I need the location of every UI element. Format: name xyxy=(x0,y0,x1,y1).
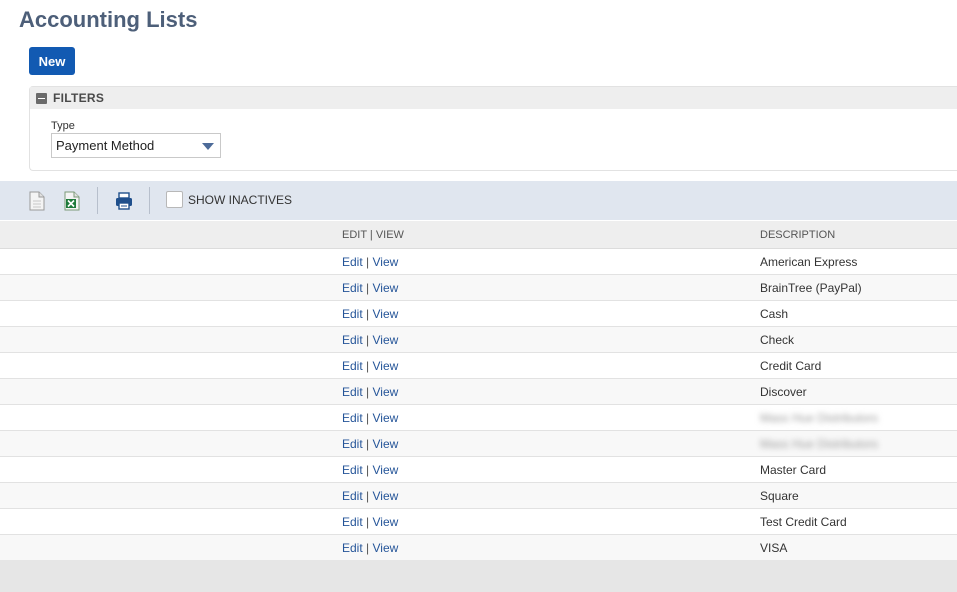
action-separator: | xyxy=(366,411,370,425)
export-excel-icon[interactable] xyxy=(63,191,81,211)
row-actions: Edit | View xyxy=(342,359,398,373)
edit-link[interactable]: Edit xyxy=(342,411,363,425)
edit-link[interactable]: Edit xyxy=(342,359,363,373)
action-separator: | xyxy=(366,541,370,555)
view-link[interactable]: View xyxy=(373,255,399,269)
row-actions: Edit | View xyxy=(342,281,398,295)
type-select[interactable]: Payment Method xyxy=(51,133,221,158)
action-separator: | xyxy=(366,463,370,477)
filters-header[interactable]: FILTERS xyxy=(30,87,957,109)
row-actions: Edit | View xyxy=(342,255,398,269)
type-label: Type xyxy=(51,120,75,132)
view-link[interactable]: View xyxy=(373,359,399,373)
row-actions: Edit | View xyxy=(342,541,398,555)
row-actions: Edit | View xyxy=(342,515,398,529)
table-row: Edit | View Master Card xyxy=(0,457,957,483)
toolbar-separator xyxy=(97,187,98,214)
show-inactives-label[interactable]: SHOW INACTIVES xyxy=(188,193,292,207)
row-actions: Edit | View xyxy=(342,463,398,477)
edit-link[interactable]: Edit xyxy=(342,541,363,555)
table-row: Edit | View Square xyxy=(0,483,957,509)
row-actions: Edit | View xyxy=(342,307,398,321)
column-header-description[interactable]: Description xyxy=(760,229,835,241)
table-row: Edit | View Check xyxy=(0,327,957,353)
page-title: Accounting Lists xyxy=(19,7,198,32)
table-header: Edit | View Description xyxy=(0,221,957,249)
row-actions: Edit | View xyxy=(342,411,398,425)
edit-link[interactable]: Edit xyxy=(342,515,363,529)
edit-link[interactable]: Edit xyxy=(342,489,363,503)
toolbar-separator xyxy=(149,187,150,214)
edit-link[interactable]: Edit xyxy=(342,307,363,321)
print-icon[interactable] xyxy=(114,191,134,211)
action-separator: | xyxy=(366,307,370,321)
table-row: Edit | View Test Credit Card xyxy=(0,509,957,535)
filters-panel: FILTERS Type Payment Method xyxy=(29,86,957,171)
row-description: Cash xyxy=(760,307,789,321)
action-separator: | xyxy=(366,515,370,529)
type-select-value: Payment Method xyxy=(56,138,155,153)
list-toolbar: SHOW INACTIVES xyxy=(0,181,957,220)
row-actions: Edit | View xyxy=(342,385,398,399)
collapse-icon[interactable] xyxy=(36,92,47,104)
action-separator: | xyxy=(366,333,370,347)
view-link[interactable]: View xyxy=(373,541,399,555)
row-description: Master Card xyxy=(760,463,827,477)
row-description: Mass Hue Distributors xyxy=(760,437,879,451)
view-link[interactable]: View xyxy=(373,489,399,503)
row-actions: Edit | View xyxy=(342,489,398,503)
action-separator: | xyxy=(366,437,370,451)
table-row: Edit | View Mass Hue Distributors xyxy=(0,405,957,431)
table-row: Edit | View Credit Card xyxy=(0,353,957,379)
chevron-down-icon[interactable] xyxy=(202,143,214,150)
action-separator: | xyxy=(366,359,370,373)
view-link[interactable]: View xyxy=(373,385,399,399)
row-description: American Express xyxy=(760,255,858,269)
table-row: Edit | View American Express xyxy=(0,249,957,275)
view-link[interactable]: View xyxy=(373,307,399,321)
edit-link[interactable]: Edit xyxy=(342,281,363,295)
table-row: Edit | View VISA xyxy=(0,535,957,561)
row-description: Credit Card xyxy=(760,359,822,373)
row-actions: Edit | View xyxy=(342,437,398,451)
action-separator: | xyxy=(366,489,370,503)
view-link[interactable]: View xyxy=(373,281,399,295)
edit-link[interactable]: Edit xyxy=(342,437,363,451)
action-separator: | xyxy=(366,385,370,399)
row-description: BrainTree (PayPal) xyxy=(760,281,862,295)
table-row: Edit | View Cash xyxy=(0,301,957,327)
row-actions: Edit | View xyxy=(342,333,398,347)
view-link[interactable]: View xyxy=(373,515,399,529)
view-link[interactable]: View xyxy=(373,333,399,347)
table-row: Edit | View Mass Hue Distributors xyxy=(0,431,957,457)
edit-link[interactable]: Edit xyxy=(342,463,363,477)
show-inactives-checkbox[interactable] xyxy=(166,191,183,208)
edit-link[interactable]: Edit xyxy=(342,255,363,269)
view-link[interactable]: View xyxy=(373,437,399,451)
export-csv-icon[interactable] xyxy=(28,191,46,211)
edit-link[interactable]: Edit xyxy=(342,385,363,399)
table-row: Edit | View Discover xyxy=(0,379,957,405)
footer-band xyxy=(0,560,957,592)
row-description: Test Credit Card xyxy=(760,515,847,529)
filters-title: FILTERS xyxy=(53,91,105,105)
action-separator: | xyxy=(366,281,370,295)
row-description: Mass Hue Distributors xyxy=(760,411,879,425)
column-header-edit-view: Edit | View xyxy=(342,229,404,241)
edit-link[interactable]: Edit xyxy=(342,333,363,347)
table-body: Edit | View American Express Edit | View Br… xyxy=(0,249,957,561)
action-separator: | xyxy=(366,255,370,269)
row-description: Discover xyxy=(760,385,807,399)
table-row: Edit | View BrainTree (PayPal) xyxy=(0,275,957,301)
row-description: Square xyxy=(760,489,799,503)
row-description: VISA xyxy=(760,541,788,555)
row-description: Check xyxy=(760,333,795,347)
view-link[interactable]: View xyxy=(373,411,399,425)
view-link[interactable]: View xyxy=(373,463,399,477)
new-button[interactable]: New xyxy=(29,47,75,75)
